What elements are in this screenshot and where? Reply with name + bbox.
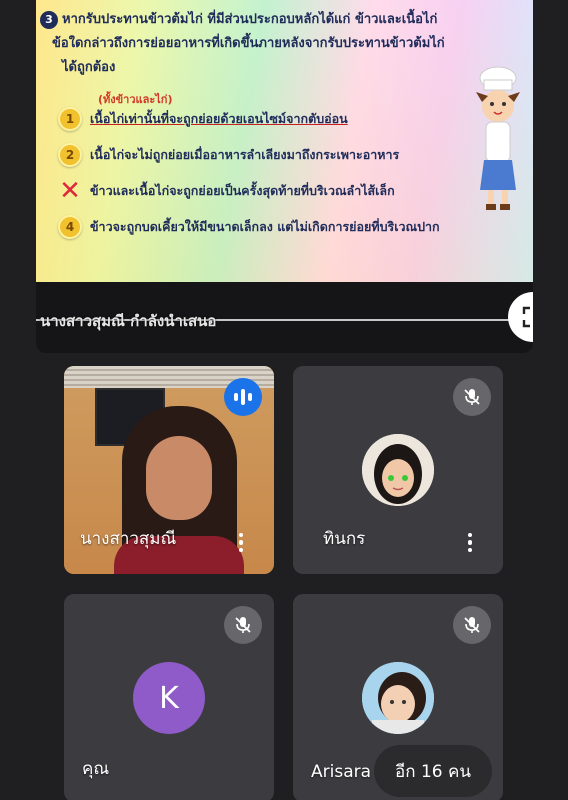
mic-off-icon	[224, 606, 262, 644]
slide-question: 3 หากรับประทานข้าวต้มไก่ ที่มีส่วนประกอบห…	[36, 8, 476, 80]
more-options-button[interactable]	[238, 532, 244, 552]
audio-wave-icon	[224, 378, 262, 416]
option-4: 4 ข้าวจะถูกบดเคี้ยวให้มีขนาดเล็กลง แต่ไม…	[58, 214, 440, 240]
avatar	[362, 434, 434, 506]
option-text: ข้าวและเนื้อไก่จะถูกย่อยเป็นครั้งสุดท้าย…	[90, 183, 395, 198]
participant-name: ทินกร	[323, 529, 366, 549]
avatar	[362, 662, 434, 734]
participant-tile-tinnakorn[interactable]: ทินกร	[293, 366, 503, 574]
more-participants-button[interactable]: อีก 16 คน	[374, 745, 492, 797]
question-line-1: หากรับประทานข้าวต้มไก่ ที่มีส่วนประกอบหล…	[62, 12, 438, 27]
participant-tile-you[interactable]: K คุณ	[64, 594, 274, 800]
option-1: 1 เนื้อไก่เท่านั้นที่จะถูกย่อยด้วยเอนไซม…	[58, 106, 348, 132]
option-text: เนื้อไก่เท่านั้นที่จะถูกย่อยด้วยเอนไซม์จ…	[90, 111, 348, 126]
shared-slide: 3 หากรับประทานข้าวต้มไก่ ที่มีส่วนประกอบห…	[36, 0, 533, 282]
question-line-3: ได้ถูกต้อง	[62, 60, 116, 75]
participant-face	[146, 436, 212, 520]
participant-name: นางสาวสุมณี	[80, 529, 177, 549]
presenter-label: นางสาวสุมณี กำลังนำเสนอ	[40, 312, 217, 330]
avatar: K	[133, 662, 205, 734]
chef-illustration	[476, 66, 520, 210]
option-text: เนื้อไก่จะไม่ถูกย่อยเมื่ออาหารลำเลียงมาถ…	[90, 147, 400, 162]
option-3: ✕ ข้าวและเนื้อไก่จะถูกย่อยเป็นครั้งสุดท้…	[58, 176, 395, 206]
more-options-button[interactable]	[467, 532, 473, 552]
presentation-area: 3 หากรับประทานข้าวต้มไก่ ที่มีส่วนประกอบห…	[36, 0, 533, 353]
participant-name: Arisara	[311, 762, 372, 782]
mic-off-icon	[453, 606, 491, 644]
mic-off-icon	[453, 378, 491, 416]
cross-mark-icon: ✕	[59, 176, 81, 206]
participant-name: คุณ	[82, 759, 110, 779]
option-text: ข้าวจะถูกบดเคี้ยวให้มีขนาดเล็กลง แต่ไม่เ…	[90, 219, 440, 234]
fullscreen-icon	[522, 306, 530, 328]
question-number: 3	[40, 11, 58, 29]
option-badge: 1	[58, 107, 82, 131]
participant-tile-sumanee[interactable]: นางสาวสุมณี	[64, 366, 274, 574]
question-line-2: ข้อใดกล่าวถึงการย่อยอาหารที่เกิดขึ้นภายห…	[52, 36, 445, 51]
option-badge: 2	[58, 143, 82, 167]
option-2: 2 เนื้อไก่จะไม่ถูกย่อยเมื่ออาหารลำเลียงม…	[58, 142, 399, 168]
option-badge: 4	[58, 215, 82, 239]
